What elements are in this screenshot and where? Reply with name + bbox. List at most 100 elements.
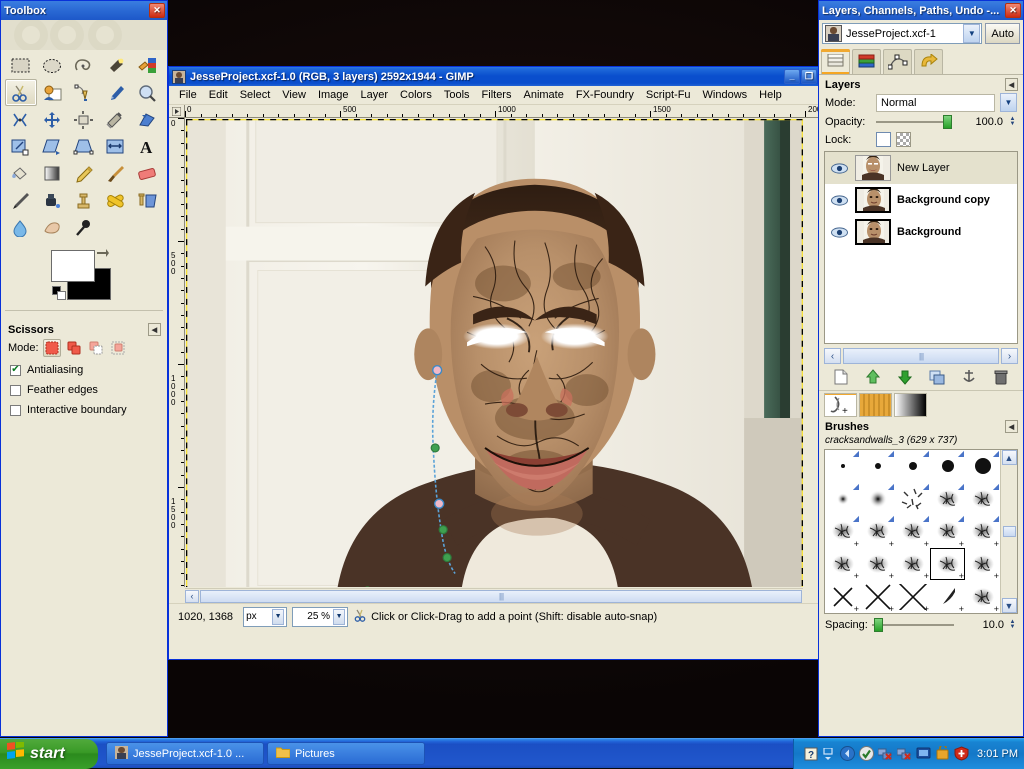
foreground-color-swatch[interactable] <box>51 250 95 282</box>
brush-cell[interactable]: + <box>930 548 965 581</box>
perspective-clone-tool[interactable] <box>131 187 163 214</box>
menu-tools[interactable]: Tools <box>438 87 476 103</box>
mode-subtract-icon[interactable] <box>87 339 105 357</box>
paths-tool[interactable] <box>68 79 100 106</box>
layers-tab[interactable] <box>821 49 850 74</box>
channels-tab[interactable] <box>852 49 881 74</box>
new-layer-button[interactable] <box>830 368 852 386</box>
lock-pixels-checkbox[interactable] <box>876 132 891 147</box>
rect-select-tool[interactable] <box>5 52 37 79</box>
brush-cell[interactable]: ◢+ <box>860 515 895 548</box>
layer-list[interactable]: New Layer Background copy <box>824 151 1018 344</box>
align-tool[interactable] <box>68 106 100 133</box>
canvas-horizontal-scrollbar[interactable]: ‹ |||| <box>185 588 803 603</box>
mode-replace-icon[interactable] <box>43 339 61 357</box>
gradient-tool[interactable] <box>37 160 69 187</box>
lock-alpha-icon[interactable] <box>896 132 911 147</box>
scroll-down-icon[interactable]: ▼ <box>1002 598 1017 613</box>
spacing-value[interactable]: 10.0 <box>958 617 1004 633</box>
default-colors-icon[interactable] <box>52 286 66 300</box>
menu-windows[interactable]: Windows <box>697 87 754 103</box>
brush-cell[interactable]: + <box>965 548 1000 581</box>
brush-cell[interactable]: ◢ <box>965 450 1000 483</box>
brushes-tab[interactable]: + <box>824 393 857 417</box>
brush-cell[interactable]: ◢ <box>965 483 1000 516</box>
brush-cell[interactable]: ◢ <box>895 450 930 483</box>
brush-scroll-thumb[interactable] <box>1003 526 1016 537</box>
menu-layer[interactable]: Layer <box>355 87 395 103</box>
ruler-origin-button[interactable] <box>169 105 185 118</box>
mode-chevron-down-icon[interactable]: ▼ <box>1000 93 1017 112</box>
vertical-ruler[interactable]: 0 500 1000 1500 <box>169 118 185 587</box>
rotate-tool[interactable] <box>131 106 163 133</box>
display-icon[interactable] <box>916 746 931 761</box>
menu-filters[interactable]: Filters <box>476 87 518 103</box>
layers-panel-menu-icon[interactable]: ◀ <box>1005 78 1018 91</box>
network-disconnected-icon-2[interactable] <box>897 746 912 761</box>
unit-select[interactable]: px ▼ <box>243 607 287 627</box>
menu-colors[interactable]: Colors <box>394 87 438 103</box>
menu-fx-foundry[interactable]: FX-Foundry <box>570 87 640 103</box>
anchor-layer-button[interactable] <box>958 368 980 386</box>
taskbar-clock[interactable]: 3:01 PM <box>977 748 1018 760</box>
flip-tool[interactable] <box>100 133 132 160</box>
zoom-select[interactable]: 25 % ▼ <box>292 607 348 627</box>
eraser-tool[interactable] <box>131 160 163 187</box>
text-tool[interactable]: A <box>131 133 163 160</box>
layer-scroll-thumb[interactable]: |||| <box>843 348 999 364</box>
table-row[interactable]: Background copy <box>825 184 1017 216</box>
brush-cell[interactable]: ◢ <box>860 483 895 516</box>
taskbar-item-gimp[interactable]: JesseProject.xcf-1.0 ... <box>106 742 264 765</box>
back-arrow-icon[interactable] <box>840 746 855 761</box>
brush-grid[interactable]: ◢◢◢◢◢◢◢◢◢◢◢+◢+◢+◢+◢+++++++++++ ▲ ▼ <box>824 449 1018 614</box>
foreground-select-tool[interactable] <box>37 79 69 106</box>
duplicate-layer-button[interactable] <box>926 368 948 386</box>
brush-cell[interactable]: ◢ <box>825 483 860 516</box>
brush-cell[interactable]: + <box>930 580 965 613</box>
dock-titlebar[interactable]: Layers, Channels, Paths, Undo -... ✕ <box>819 1 1023 20</box>
scroll-left-icon[interactable]: ‹ <box>185 590 199 603</box>
table-row[interactable]: Background <box>825 216 1017 248</box>
menu-image[interactable]: Image <box>312 87 355 103</box>
maximize-icon[interactable]: ❐ <box>801 69 817 84</box>
horizontal-ruler[interactable]: 0 500 1000 1500 2000 <box>185 105 819 118</box>
option-interactive-boundary[interactable]: Interactive boundary <box>1 398 167 418</box>
clone-tool[interactable] <box>68 187 100 214</box>
interactive-boundary-checkbox[interactable] <box>10 405 21 416</box>
layer-mode-value[interactable]: Normal <box>876 94 995 112</box>
ellipse-select-tool[interactable] <box>37 52 69 79</box>
shear-tool[interactable] <box>37 133 69 160</box>
brush-cell[interactable]: + <box>895 580 930 613</box>
menu-edit[interactable]: Edit <box>203 87 234 103</box>
brush-scrollbar[interactable]: ▲ ▼ <box>1000 450 1017 613</box>
patterns-tab[interactable] <box>859 393 892 417</box>
menu-view[interactable]: View <box>276 87 312 103</box>
undo-tab[interactable] <box>914 49 943 74</box>
paintbrush-tool[interactable] <box>100 160 132 187</box>
brush-cell[interactable]: ◢ <box>860 450 895 483</box>
crop-tool[interactable] <box>100 106 132 133</box>
brush-cell[interactable]: + <box>860 548 895 581</box>
select-by-color-tool[interactable] <box>131 52 163 79</box>
layer-list-scrollbar[interactable]: ‹ |||| › <box>824 348 1018 364</box>
blur-sharpen-tool[interactable] <box>5 214 37 241</box>
scroll-left-icon[interactable]: ‹ <box>824 348 841 364</box>
smudge-tool[interactable] <box>37 214 69 241</box>
menu-help[interactable]: Help <box>753 87 788 103</box>
feather-edges-checkbox[interactable] <box>10 385 21 396</box>
scroll-right-icon[interactable]: › <box>1001 348 1018 364</box>
auto-button[interactable]: Auto <box>985 23 1020 44</box>
paths-tab[interactable] <box>883 49 912 74</box>
brush-cell[interactable]: ◢ <box>930 483 965 516</box>
scroll-up-icon[interactable]: ▲ <box>1002 450 1017 465</box>
menu-animate[interactable]: Animate <box>517 87 569 103</box>
brush-cell[interactable]: + <box>860 580 895 613</box>
raise-layer-button[interactable] <box>862 368 884 386</box>
update-icon[interactable] <box>859 746 874 761</box>
scale-tool[interactable] <box>5 133 37 160</box>
chevron-down-icon[interactable]: ▼ <box>963 24 980 43</box>
tool-options-menu-icon[interactable]: ◀ <box>148 323 161 336</box>
warning-icon[interactable] <box>935 746 950 761</box>
free-select-tool[interactable] <box>68 52 100 79</box>
security-shield-icon[interactable] <box>954 746 969 761</box>
